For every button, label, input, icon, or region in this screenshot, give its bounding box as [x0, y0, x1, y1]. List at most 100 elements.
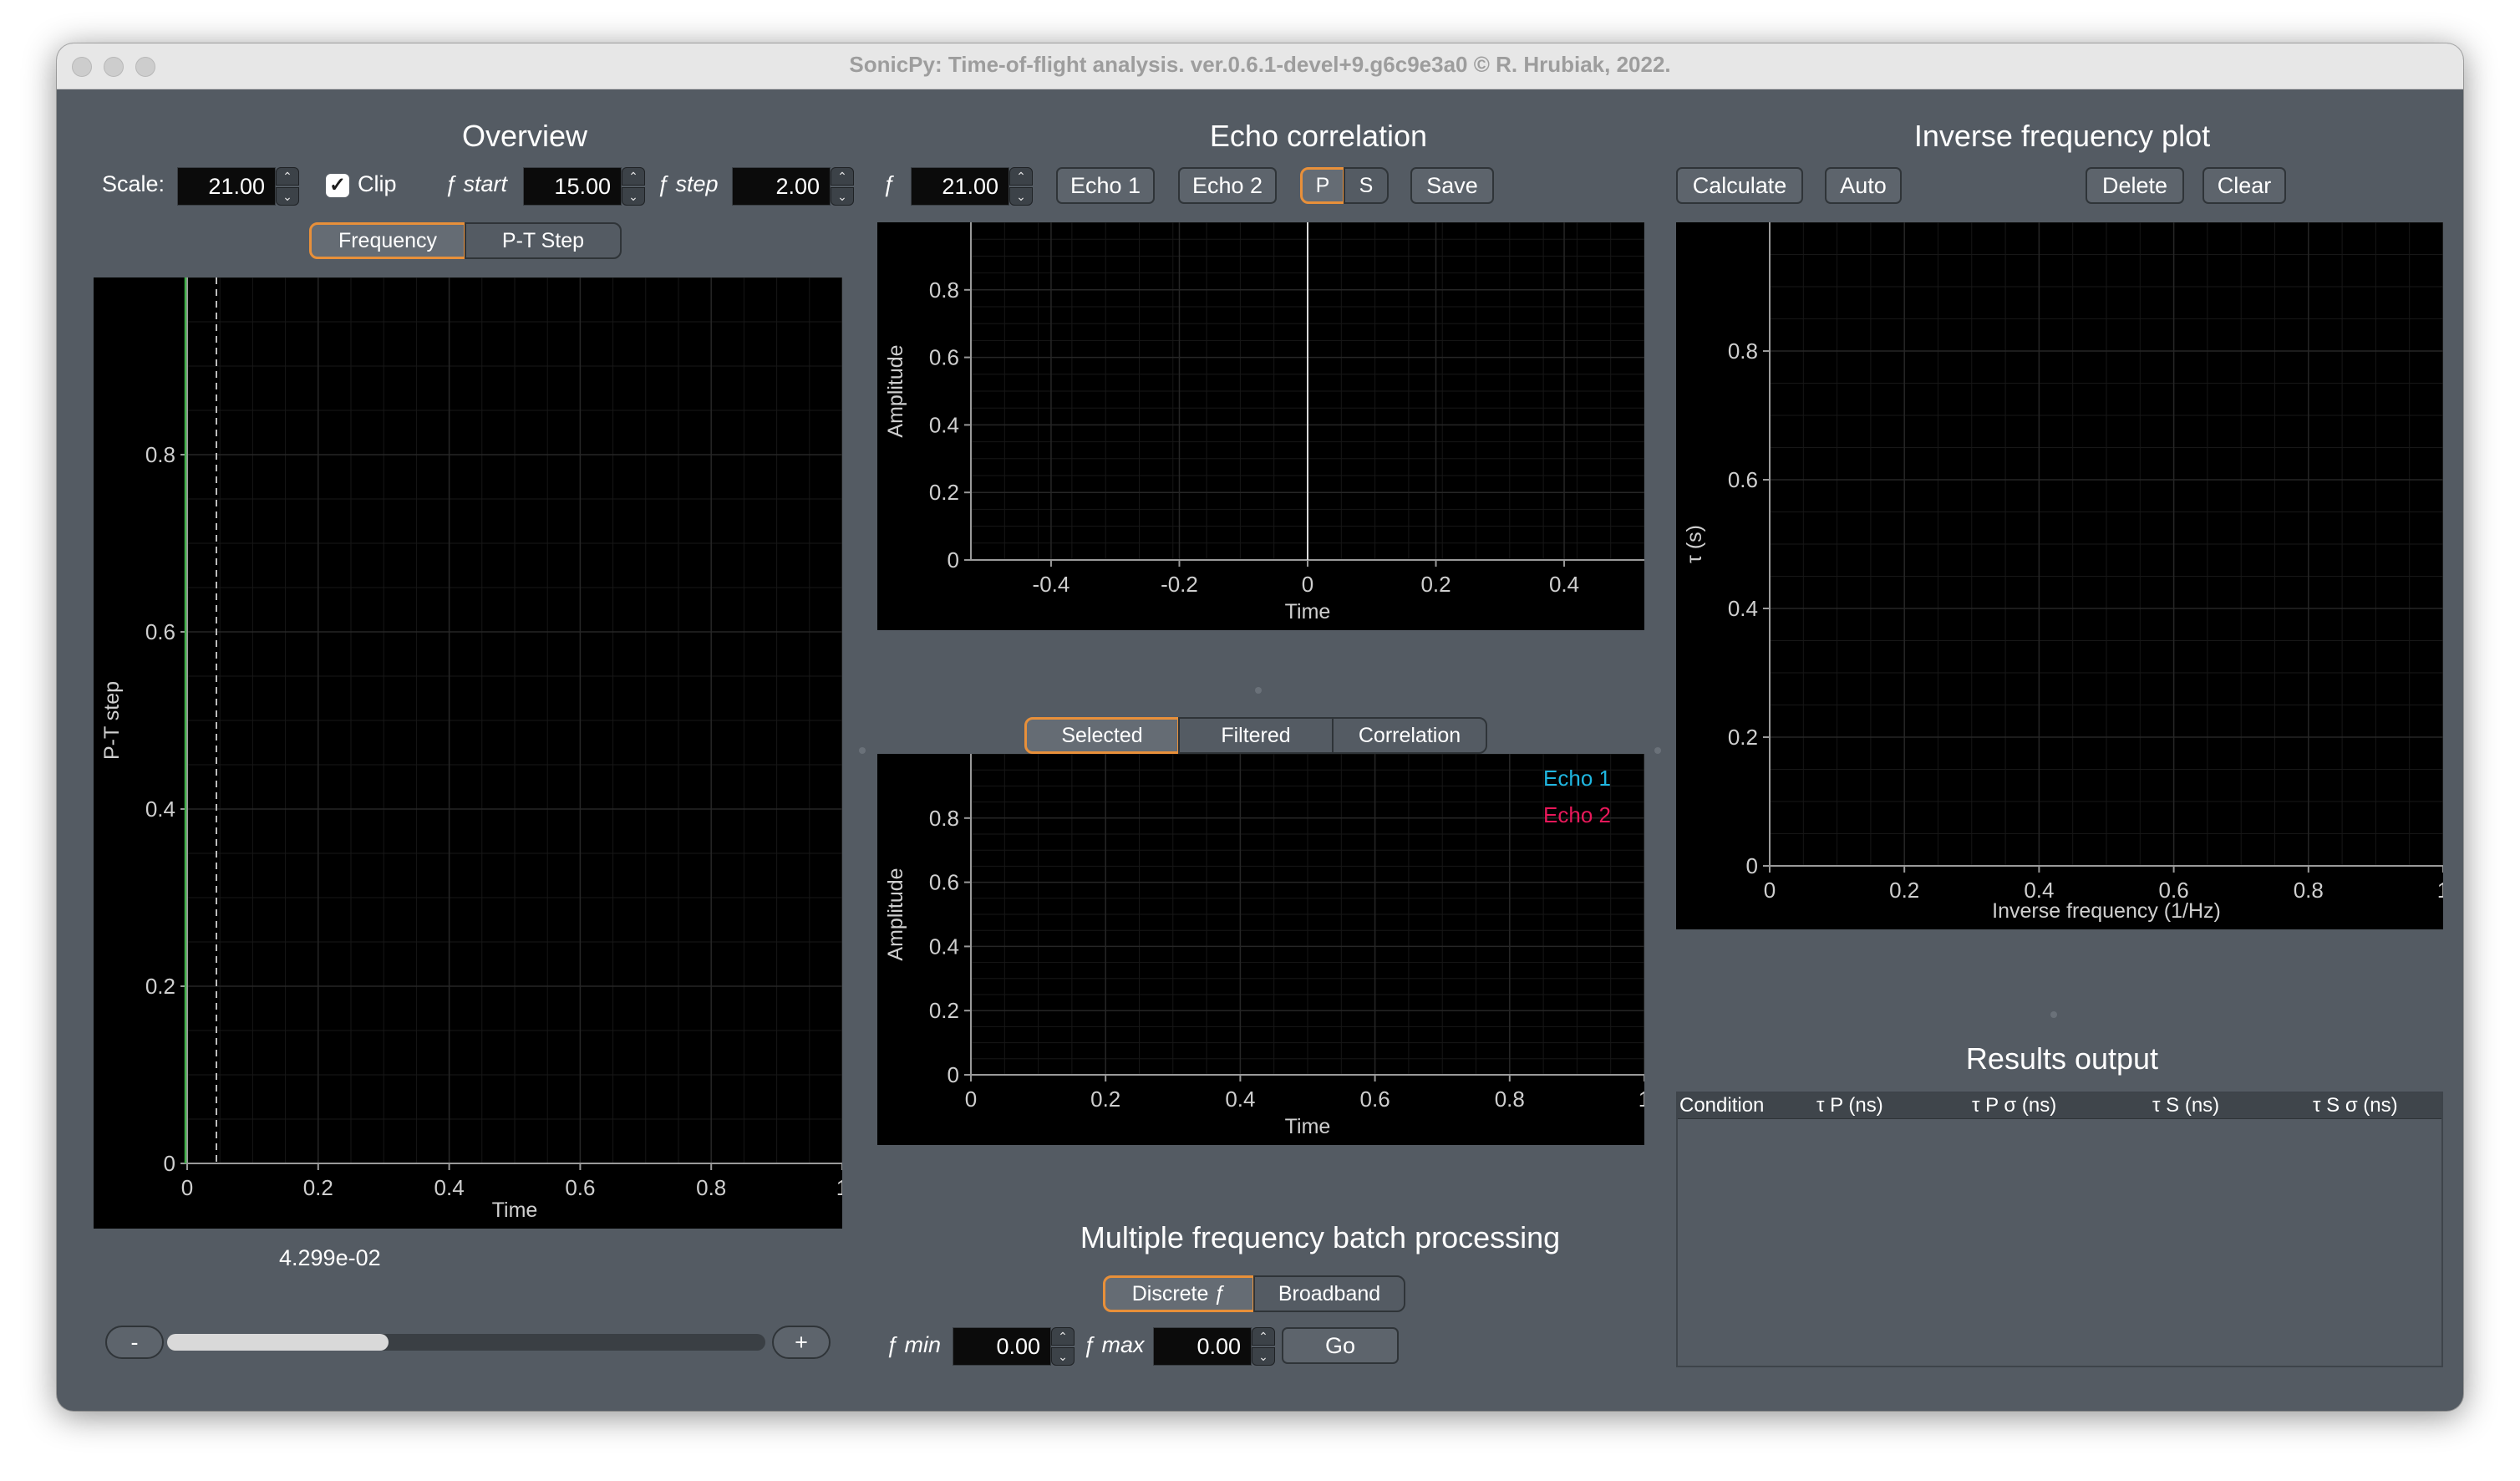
echo1-button[interactable]: Echo 1: [1056, 167, 1155, 204]
x-tick-label: 0.2: [303, 1175, 333, 1200]
legend-entry: Echo 2: [1543, 802, 1611, 827]
overview-slider-thumb[interactable]: [167, 1334, 389, 1351]
chevron-up-icon[interactable]: ⌃: [831, 167, 854, 186]
y-tick-label: 0.6: [145, 619, 175, 644]
save-button[interactable]: Save: [1410, 167, 1494, 204]
y-tick-label: 0.2: [145, 974, 175, 999]
results-table[interactable]: Condition τ P (ns) τ P σ (ns) τ S (ns) τ…: [1676, 1092, 2443, 1367]
go-button[interactable]: Go: [1282, 1327, 1399, 1364]
fstart-input[interactable]: 15.00: [523, 167, 622, 206]
splitter-handle[interactable]: [2050, 1011, 2057, 1018]
signal-plot[interactable]: 0 0.2 0.4 0.6 0.8 1 0 0.2 0.4 0.6 0.8 Time Amplitude…: [877, 754, 1644, 1145]
y-tick-label: 0.8: [1728, 338, 1758, 364]
tab-correlation[interactable]: Correlation: [1332, 717, 1487, 754]
y-tick-label: 0.8: [929, 277, 959, 303]
echo2-button[interactable]: Echo 2: [1178, 167, 1277, 204]
fstart-stepper[interactable]: ⌃ ⌄: [622, 167, 645, 206]
x-axis-title: Time: [492, 1199, 538, 1222]
y-tick-label: 0: [948, 547, 959, 573]
y-tick-label: 0.6: [929, 870, 959, 895]
results-table-header: Condition τ P (ns) τ P σ (ns) τ S (ns) τ…: [1678, 1093, 2441, 1119]
chevron-down-icon[interactable]: ⌄: [831, 187, 854, 206]
slider-plus-button[interactable]: +: [772, 1326, 831, 1359]
tab-broadband[interactable]: Broadband: [1253, 1275, 1405, 1312]
x-tick-label: 1: [1639, 1087, 1644, 1112]
chevron-up-icon[interactable]: ⌃: [1009, 167, 1033, 186]
x-tick-label: 1: [2437, 878, 2443, 903]
x-tick-label: 0.2: [1420, 572, 1451, 597]
tab-pt-step[interactable]: P-T Step: [465, 222, 622, 259]
f-input[interactable]: 21.00: [911, 167, 1009, 206]
chevron-down-icon[interactable]: ⌄: [622, 187, 645, 206]
y-axis-title: τ (s): [1683, 525, 1706, 563]
scale-stepper[interactable]: ⌃ ⌄: [276, 167, 299, 206]
fmax-input[interactable]: 0.00: [1153, 1327, 1252, 1366]
fmin-stepper[interactable]: ⌃ ⌄: [1051, 1327, 1075, 1366]
x-tick-label: 0.6: [1360, 1087, 1390, 1112]
signal-plot-canvas: 0 0.2 0.4 0.6 0.8 1 0 0.2 0.4 0.6 0.8 Time Amplitude…: [884, 754, 1644, 1138]
column-header-condition[interactable]: Condition: [1679, 1093, 1764, 1118]
scale-input[interactable]: 21.00: [177, 167, 276, 206]
chevron-down-icon[interactable]: ⌄: [1051, 1347, 1075, 1366]
x-tick-label: 0.8: [1495, 1087, 1525, 1112]
fstep-input[interactable]: 2.00: [732, 167, 831, 206]
y-tick-label: 0.4: [929, 934, 959, 959]
batch-heading: Multiple frequency batch processing: [1080, 1220, 1561, 1255]
column-header-tau-s[interactable]: τ S (ns): [2152, 1093, 2219, 1118]
x-tick-label: 0: [965, 1087, 977, 1112]
x-tick-label: 0.2: [1090, 1087, 1120, 1112]
y-tick-label: 0.6: [1728, 467, 1758, 492]
x-tick-label: 0.4: [1225, 1087, 1255, 1112]
overview-plot[interactable]: 0 0.2 0.4 0.6 0.8 1 0 0.2 0.4 0.6 0.8 Time P-T step: [94, 277, 842, 1229]
scale-label: Scale:: [102, 171, 165, 196]
tab-selected[interactable]: Selected: [1024, 717, 1180, 754]
x-tick-label: 0.2: [1889, 878, 1919, 903]
splitter-handle[interactable]: [1255, 687, 1262, 694]
column-header-tau-p-sigma[interactable]: τ P σ (ns): [1972, 1093, 2056, 1118]
clip-checkbox[interactable]: ✓: [326, 174, 349, 197]
overview-heading: Overview: [461, 119, 588, 153]
f-stepper[interactable]: ⌃ ⌄: [1009, 167, 1033, 206]
x-tick-label: 0: [181, 1175, 193, 1200]
chevron-down-icon[interactable]: ⌄: [1252, 1347, 1275, 1366]
x-tick-label: -0.2: [1161, 572, 1198, 597]
x-tick-label: 0.4: [1549, 572, 1579, 597]
delete-button[interactable]: Delete: [2086, 167, 2184, 204]
slider-minus-button[interactable]: -: [105, 1326, 164, 1359]
fstart-label: ƒ start: [445, 171, 508, 196]
chevron-down-icon[interactable]: ⌄: [276, 187, 299, 206]
inverse-frequency-heading: Inverse frequency plot: [1913, 119, 2211, 153]
column-header-tau-p[interactable]: τ P (ns): [1816, 1093, 1883, 1118]
tab-discrete-f[interactable]: Discrete ƒ: [1103, 1275, 1255, 1312]
chevron-up-icon[interactable]: ⌃: [1252, 1327, 1275, 1346]
chevron-up-icon[interactable]: ⌃: [1051, 1327, 1075, 1346]
x-tick-label: 0.8: [2294, 878, 2324, 903]
x-axis-title: Time: [1285, 1115, 1331, 1138]
fstep-stepper[interactable]: ⌃ ⌄: [831, 167, 854, 206]
y-tick-label: 0.8: [929, 806, 959, 831]
x-axis-title: Inverse frequency (1/Hz): [1992, 899, 2221, 923]
fmax-stepper[interactable]: ⌃ ⌄: [1252, 1327, 1275, 1366]
wave-p-toggle[interactable]: P: [1300, 167, 1345, 204]
y-tick-label: 0.2: [929, 998, 959, 1023]
wave-s-toggle[interactable]: S: [1344, 167, 1389, 204]
y-tick-label: 0.2: [929, 480, 959, 505]
chevron-up-icon[interactable]: ⌃: [276, 167, 299, 186]
tab-filtered[interactable]: Filtered: [1178, 717, 1334, 754]
clear-button[interactable]: Clear: [2202, 167, 2286, 204]
y-tick-label: 0: [1746, 853, 1758, 878]
fmin-input[interactable]: 0.00: [953, 1327, 1051, 1366]
y-tick-label: 0.2: [1728, 725, 1758, 750]
tab-frequency[interactable]: Frequency: [309, 222, 466, 259]
auto-button[interactable]: Auto: [1825, 167, 1902, 204]
inverse-frequency-plot[interactable]: 00.20.40.60.8100.20.40.60.8Inverse frequ…: [1676, 222, 2443, 929]
echo-correlation-canvas: -0.4 -0.2 0 0.2 0.4 0 0.2 0.4 0.6 0.8 Time Amplitud…: [884, 222, 1644, 623]
chevron-down-icon[interactable]: ⌄: [1009, 187, 1033, 206]
column-header-tau-s-sigma[interactable]: τ S σ (ns): [2313, 1093, 2398, 1118]
chevron-up-icon[interactable]: ⌃: [622, 167, 645, 186]
legend-entry: Echo 1: [1543, 766, 1611, 791]
splitter-handle[interactable]: [1654, 747, 1661, 754]
splitter-handle[interactable]: [859, 747, 866, 754]
echo-correlation-plot[interactable]: -0.4 -0.2 0 0.2 0.4 0 0.2 0.4 0.6 0.8 Time Amplitud…: [877, 222, 1644, 630]
calculate-button[interactable]: Calculate: [1676, 167, 1803, 204]
